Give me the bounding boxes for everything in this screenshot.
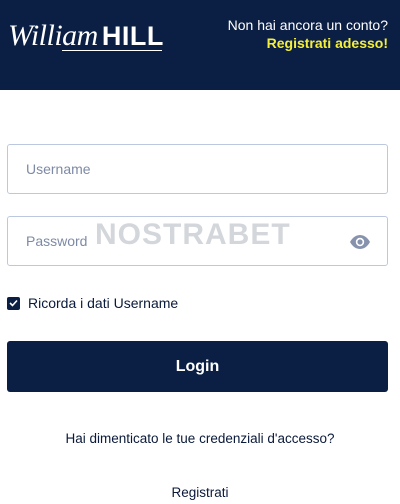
forgot-credentials-link[interactable]: Hai dimenticato le tue credenziali d'acc… — [0, 431, 400, 446]
header-register-cta: Non hai ancora un conto? Registrati ades… — [228, 16, 388, 52]
checkmark-icon — [9, 299, 18, 307]
william-hill-logo[interactable]: William HILL — [8, 20, 164, 52]
password-field-wrapper — [7, 216, 388, 266]
username-field-wrapper — [7, 144, 388, 194]
logo-bold-text: HILL — [101, 21, 164, 51]
no-account-text: Non hai ancora un conto? — [227, 17, 388, 33]
login-button[interactable]: Login — [7, 341, 388, 392]
register-link[interactable]: Registrati — [0, 485, 400, 500]
site-header: William HILL Non hai ancora un conto? Re… — [0, 0, 400, 90]
remember-label: Ricorda i dati Username — [28, 295, 179, 311]
logo-underline — [62, 50, 162, 51]
logo-script-text: William — [8, 19, 98, 52]
remember-username-row: Ricorda i dati Username — [7, 295, 178, 311]
username-input[interactable] — [8, 145, 387, 193]
password-input[interactable] — [8, 217, 387, 265]
register-now-link[interactable]: Registrati adesso! — [228, 34, 388, 52]
eye-icon[interactable] — [349, 234, 371, 250]
remember-checkbox[interactable] — [7, 296, 20, 310]
